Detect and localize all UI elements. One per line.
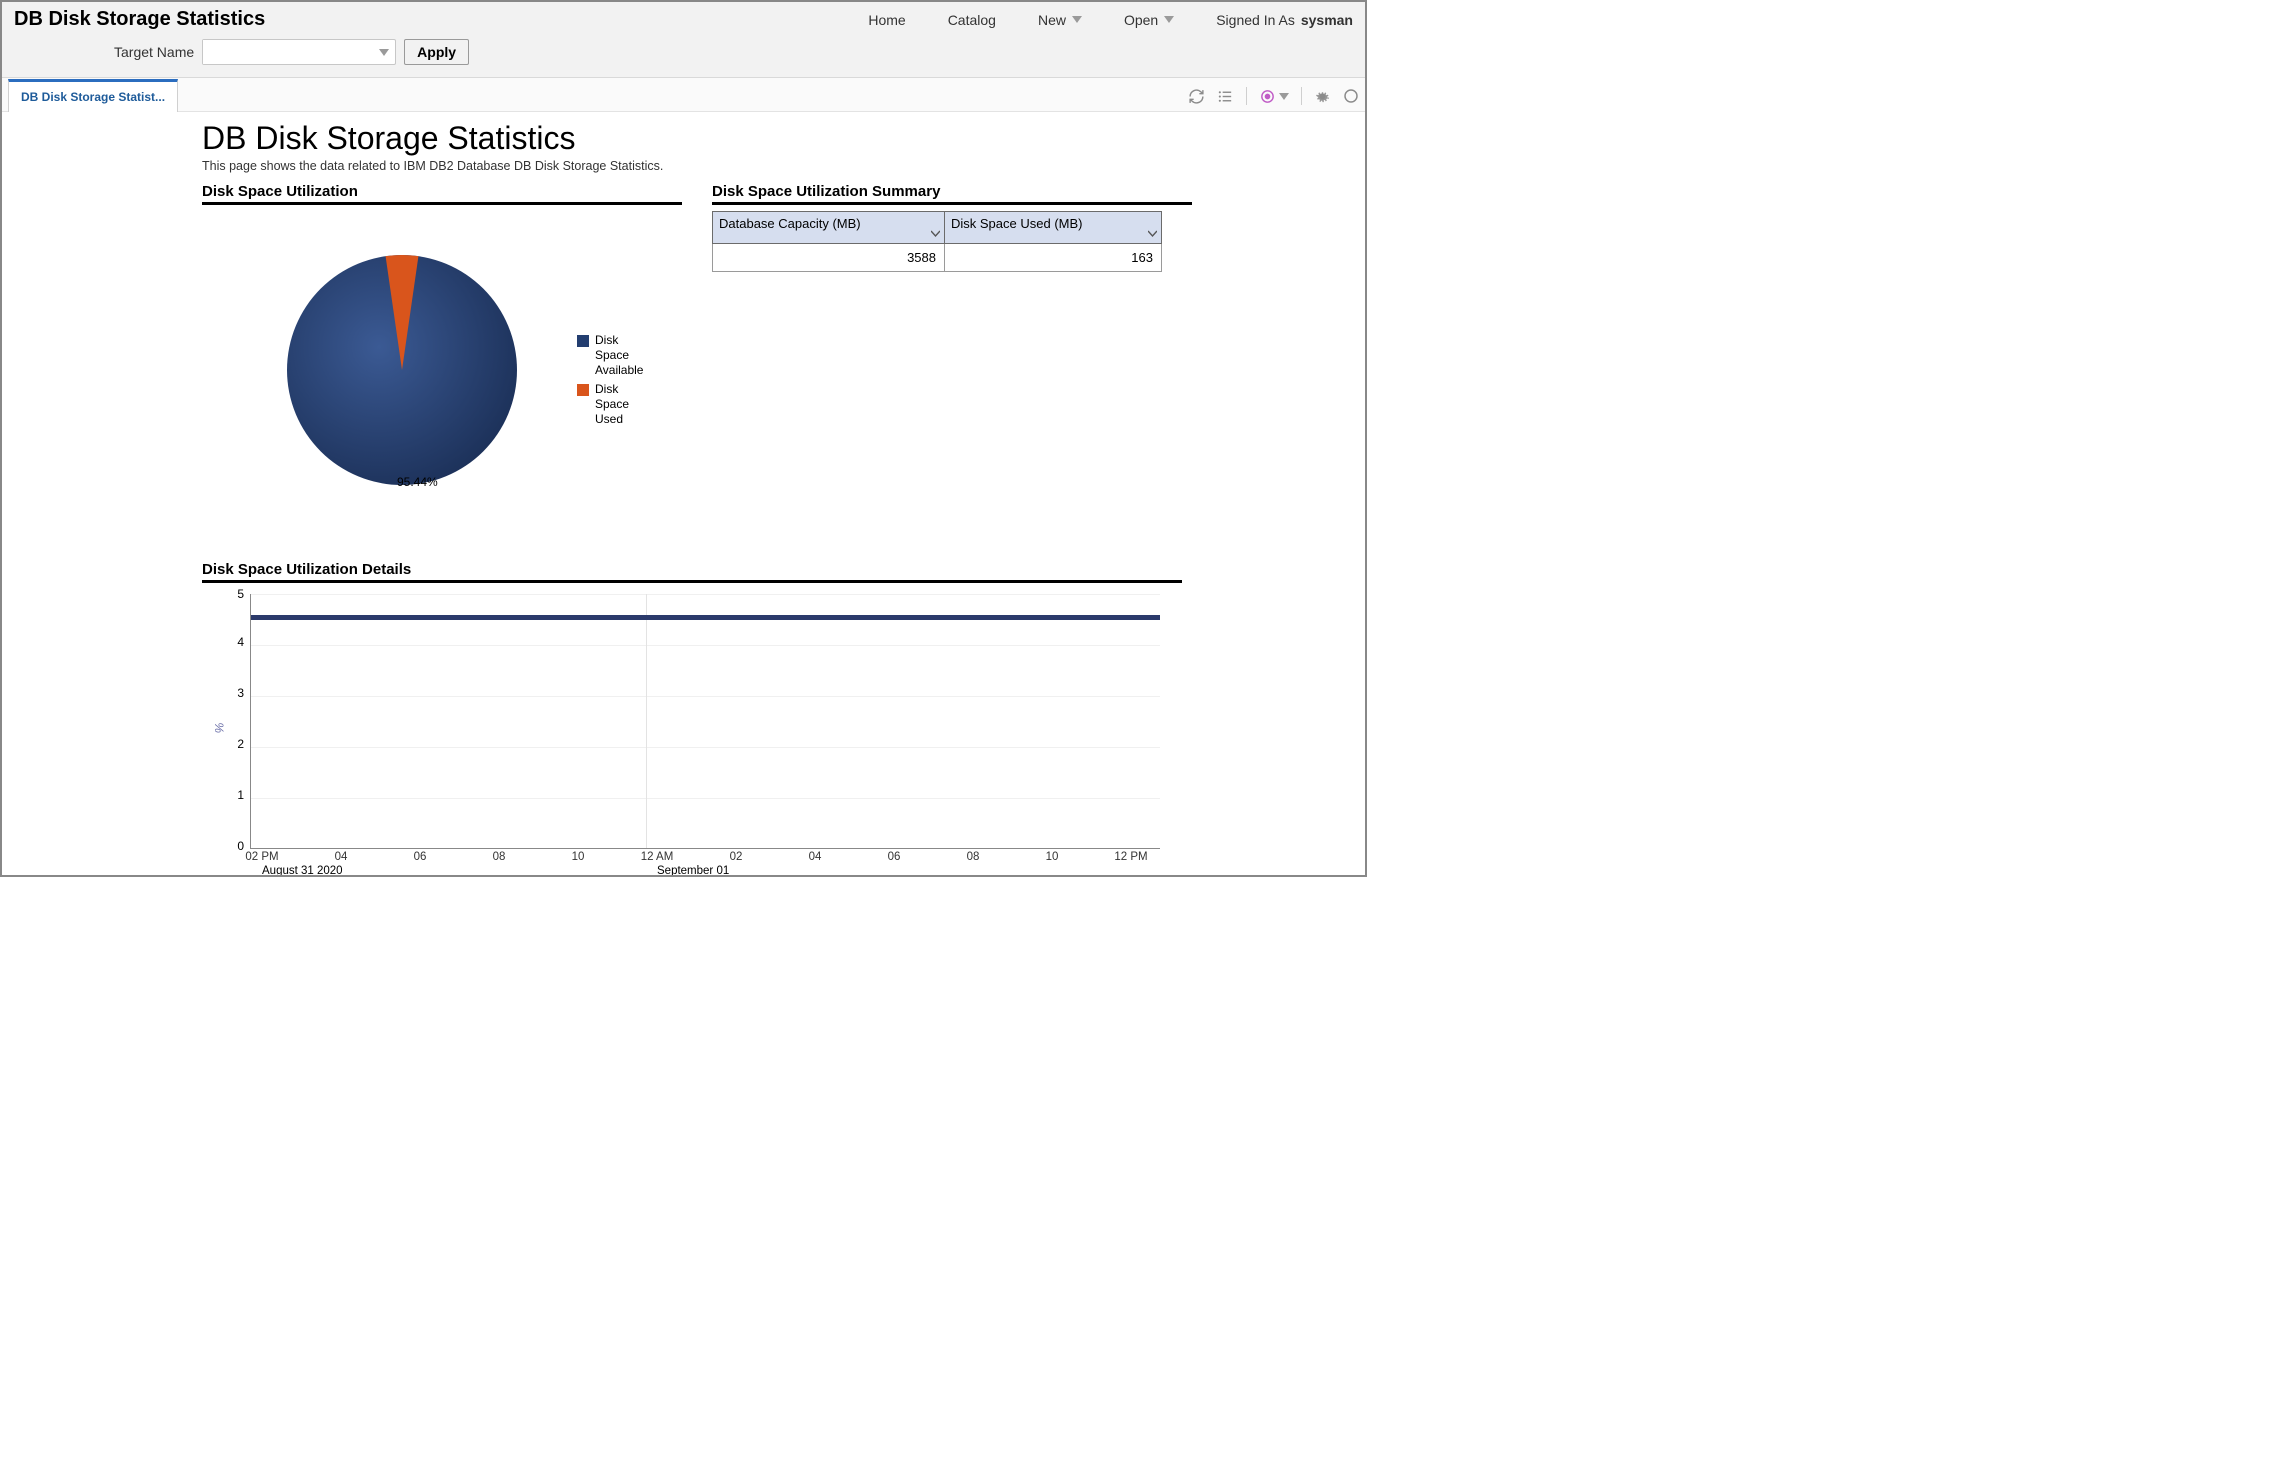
cell-disk-used: 163	[945, 244, 1162, 272]
x-tick: 04	[809, 851, 822, 863]
chevron-down-icon	[1164, 16, 1174, 23]
y-tick: 5	[230, 587, 244, 601]
x-tick: 10	[1046, 851, 1059, 863]
x-tick: 02	[730, 851, 743, 863]
refresh-icon[interactable]	[1188, 88, 1205, 105]
chevron-down-icon	[1072, 16, 1082, 23]
col-disk-used-label: Disk Space Used (MB)	[951, 216, 1082, 231]
y-tick: 4	[230, 635, 244, 649]
summary-table: Database Capacity (MB) Disk Space Used (…	[712, 211, 1162, 272]
nav-catalog-label: Catalog	[948, 12, 996, 28]
page-title: DB Disk Storage Statistics	[202, 120, 1365, 157]
tab-bar: DB Disk Storage Statist...	[2, 78, 1365, 112]
separator	[1301, 87, 1302, 105]
col-db-capacity-label: Database Capacity (MB)	[719, 216, 861, 231]
legend-available-label: Disk Space Available	[595, 333, 643, 378]
global-nav: Home Catalog New Open Signed In As sysman	[868, 12, 1353, 28]
x-tick: 02 PM	[245, 851, 278, 863]
x-tick: 04	[335, 851, 348, 863]
series-line	[251, 615, 1160, 620]
x-sub-label: August 31 2020	[262, 865, 343, 877]
table-row: 3588 163	[713, 244, 1162, 272]
apply-button[interactable]: Apply	[404, 39, 469, 65]
y-tick: 1	[230, 788, 244, 802]
x-tick: 08	[967, 851, 980, 863]
list-icon[interactable]	[1217, 88, 1234, 105]
toolbar	[1188, 87, 1359, 111]
y-axis-label: %	[212, 723, 226, 734]
chevron-down-icon	[379, 49, 389, 56]
page-body: DB Disk Storage Statistics This page sho…	[2, 112, 1365, 877]
x-tick: 06	[888, 851, 901, 863]
pie-chart: 4.556% 95.44%	[202, 211, 682, 521]
target-name-input[interactable]	[203, 40, 373, 64]
x-tick: 08	[493, 851, 506, 863]
plot-area	[250, 594, 1160, 849]
x-tick: 06	[414, 851, 427, 863]
target-icon[interactable]	[1259, 88, 1289, 105]
nav-new-label: New	[1038, 12, 1066, 28]
help-icon[interactable]	[1343, 88, 1359, 104]
signed-in-as: Signed In As sysman	[1216, 12, 1353, 28]
chevron-down-icon	[1279, 93, 1289, 100]
gear-icon[interactable]	[1314, 88, 1331, 105]
target-name-field-wrap	[202, 39, 396, 65]
y-tick: 3	[230, 686, 244, 700]
legend-used-label: Disk Space Used	[595, 382, 629, 427]
section-summary: Disk Space Utilization Summary	[712, 183, 1192, 205]
signed-in-user: sysman	[1301, 12, 1353, 28]
signed-in-label: Signed In As	[1216, 12, 1295, 28]
chevron-down-icon	[1148, 226, 1157, 241]
app-title: DB Disk Storage Statistics	[14, 8, 265, 31]
section-details: Disk Space Utilization Details	[202, 561, 1182, 583]
x-tick: 10	[572, 851, 585, 863]
x-tick: 12 AM	[641, 851, 674, 863]
y-tick: 2	[230, 737, 244, 751]
page-description: This page shows the data related to IBM …	[202, 159, 1365, 173]
x-sub-label: September 01	[657, 865, 729, 877]
nav-home-label: Home	[868, 12, 905, 28]
legend-swatch-used	[577, 384, 589, 396]
nav-catalog[interactable]: Catalog	[948, 12, 996, 28]
top-banner: DB Disk Storage Statistics Home Catalog …	[2, 2, 1365, 78]
y-tick: 0	[230, 839, 244, 853]
pie-slice-avail-label: 95.44%	[397, 475, 438, 489]
section-disk-utilization: Disk Space Utilization	[202, 183, 682, 205]
chevron-down-icon	[931, 226, 940, 241]
x-tick: 12 PM	[1114, 851, 1147, 863]
nav-new[interactable]: New	[1038, 12, 1082, 28]
col-db-capacity[interactable]: Database Capacity (MB)	[713, 212, 945, 244]
col-disk-used[interactable]: Disk Space Used (MB)	[945, 212, 1162, 244]
target-name-label: Target Name	[114, 44, 194, 60]
target-name-dropdown[interactable]	[373, 40, 395, 64]
cell-db-capacity: 3588	[713, 244, 945, 272]
nav-home[interactable]: Home	[868, 12, 905, 28]
pie-svg	[287, 255, 517, 485]
line-chart: % 0 1 2 3 4 5	[202, 591, 1172, 877]
separator	[1246, 87, 1247, 105]
legend-swatch-available	[577, 335, 589, 347]
pie-legend: Disk Space Available Disk Space Used	[577, 333, 643, 431]
nav-open-label: Open	[1124, 12, 1158, 28]
nav-open[interactable]: Open	[1124, 12, 1174, 28]
tab-db-disk-storage[interactable]: DB Disk Storage Statist...	[8, 79, 178, 112]
